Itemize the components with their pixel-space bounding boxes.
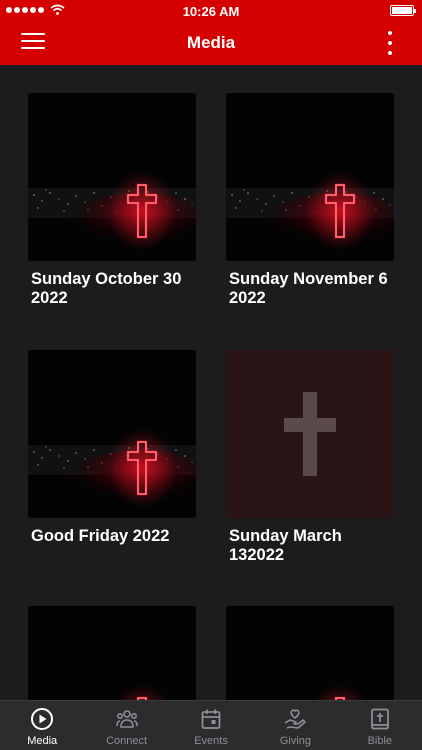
tab-label: Connect: [106, 735, 148, 747]
neon-cross-image: [226, 93, 394, 261]
media-title: Good Friday 2022: [31, 527, 170, 545]
media-card[interactable]: [28, 606, 196, 700]
status-time: 10:26 AM: [182, 4, 240, 19]
battery-icon: [390, 5, 416, 16]
media-title: Sunday March 132022: [229, 527, 342, 564]
media-card[interactable]: [226, 606, 394, 700]
tab-events[interactable]: Events: [169, 701, 253, 750]
tab-label: Giving: [279, 735, 312, 747]
media-grid: Sunday October 30 2022 Sunday November 6…: [0, 65, 422, 700]
calendar-icon: [201, 709, 221, 729]
neon-cross-image: [28, 93, 196, 261]
media-thumbnail: [28, 93, 196, 261]
cross-placeholder-icon: [284, 392, 336, 476]
tab-label: Bible: [367, 735, 393, 747]
media-thumbnail: [226, 350, 394, 518]
tab-bar: Media Connect Events Giving Bible: [0, 700, 422, 750]
tab-label: Events: [194, 735, 228, 747]
media-thumbnail: [226, 606, 394, 700]
tab-bible[interactable]: Bible: [338, 701, 422, 750]
media-thumbnail: [28, 606, 196, 700]
status-bar: 10:26 AM: [0, 0, 422, 22]
more-options-icon[interactable]: [386, 31, 394, 55]
tab-label: Media: [27, 735, 58, 747]
play-circle-icon: [31, 708, 54, 730]
tab-giving[interactable]: Giving: [253, 701, 337, 750]
tab-media[interactable]: Media: [0, 701, 84, 750]
media-card[interactable]: Sunday October 30 2022: [28, 93, 196, 308]
media-card[interactable]: Sunday November 6 2022: [226, 93, 394, 308]
media-card[interactable]: Good Friday 2022: [28, 350, 196, 546]
media-thumbnail: [28, 350, 196, 518]
bible-icon: [370, 708, 389, 730]
media-title: Sunday October 30 2022: [31, 270, 182, 307]
neon-cross-image: [28, 350, 196, 518]
heart-hand-icon: [285, 709, 307, 729]
page-title: Media: [186, 33, 236, 52]
tab-connect[interactable]: Connect: [84, 701, 168, 750]
media-thumbnail: [226, 93, 394, 261]
media-card[interactable]: Sunday March 132022: [226, 350, 394, 565]
neon-cross-image: [226, 606, 394, 700]
media-title: Sunday November 6 2022: [229, 270, 388, 307]
neon-cross-image: [28, 606, 196, 700]
header: Media: [0, 22, 422, 65]
people-icon: [115, 710, 138, 728]
